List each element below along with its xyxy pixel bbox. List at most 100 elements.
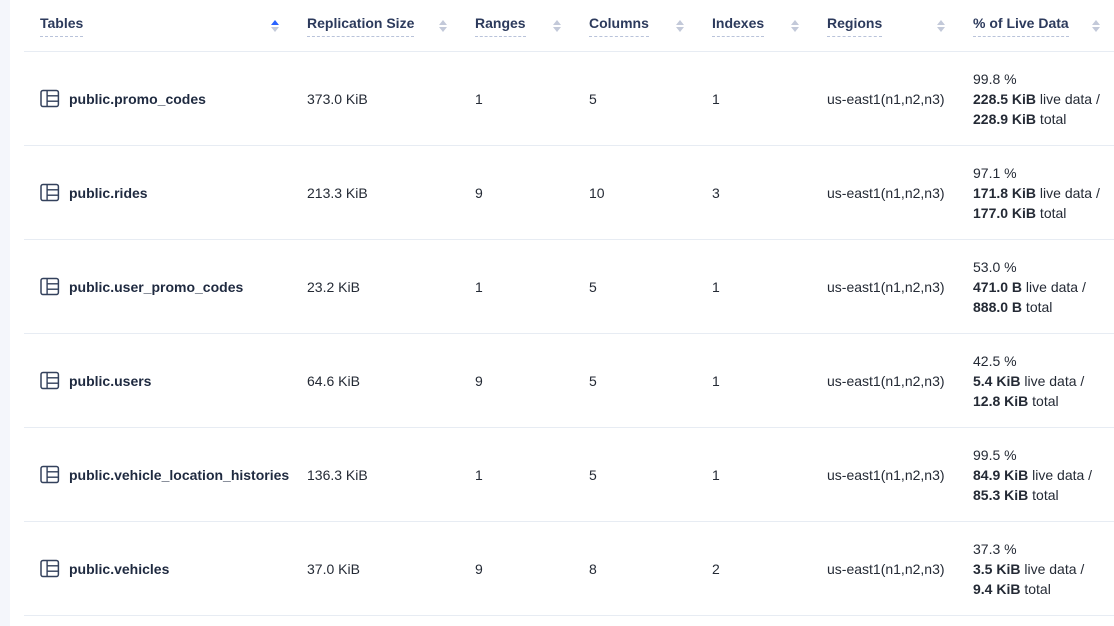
table-icon xyxy=(40,89,60,108)
live-size-line: 171.8 KiB live data / xyxy=(973,183,1100,203)
replication-size-cell: 136.3 KiB xyxy=(307,428,475,521)
total-size-line: 177.0 KiB total xyxy=(973,203,1066,223)
indexes-cell: 1 xyxy=(712,52,827,145)
live-size-line: 3.5 KiB live data / xyxy=(973,559,1084,579)
indexes-cell: 2 xyxy=(712,522,827,615)
replication-size-cell: 23.2 KiB xyxy=(307,240,475,333)
column-header-label[interactable]: Replication Size xyxy=(307,15,414,37)
live-data-cell: 99.8 % 228.5 KiB live data / 228.9 KiB t… xyxy=(973,52,1114,145)
sort-icon[interactable] xyxy=(937,19,945,32)
table-header-row: Tables Replication Size Ranges Columns I… xyxy=(24,0,1114,52)
columns-cell: 5 xyxy=(589,240,712,333)
indexes-cell: 1 xyxy=(712,240,827,333)
indexes-cell: 1 xyxy=(712,428,827,521)
live-percent: 99.5 % xyxy=(973,445,1017,465)
table-name-cell: public.user_promo_codes xyxy=(40,240,307,333)
column-header-label[interactable]: Columns xyxy=(589,15,649,37)
column-header-label[interactable]: Regions xyxy=(827,15,882,37)
replication-size-cell: 37.0 KiB xyxy=(307,522,475,615)
sort-icon[interactable] xyxy=(676,19,684,32)
column-header-regions[interactable]: Regions xyxy=(827,0,973,51)
regions-cell: us-east1(n1,n2,n3) xyxy=(827,146,973,239)
replication-size-cell: 213.3 KiB xyxy=(307,146,475,239)
sort-icon[interactable] xyxy=(271,19,279,32)
live-percent: 53.0 % xyxy=(973,257,1017,277)
live-data-cell: 99.5 % 84.9 KiB live data / 85.3 KiB tot… xyxy=(973,428,1114,521)
table-row[interactable]: public.user_promo_codes 23.2 KiB 1 5 1 u… xyxy=(24,240,1114,334)
live-percent: 99.8 % xyxy=(973,69,1017,89)
sort-icon[interactable] xyxy=(553,19,561,32)
live-percent: 97.1 % xyxy=(973,163,1017,183)
live-size-line: 84.9 KiB live data / xyxy=(973,465,1092,485)
column-header-label[interactable]: Ranges xyxy=(475,15,526,37)
table-icon xyxy=(40,371,60,390)
table-icon xyxy=(40,559,60,578)
table-name-cell: public.rides xyxy=(40,146,307,239)
table-icon xyxy=(40,183,60,202)
column-header-live-data[interactable]: % of Live Data xyxy=(973,0,1114,51)
table-name-link[interactable]: public.user_promo_codes xyxy=(69,277,243,297)
live-data-cell: 53.0 % 471.0 B live data / 888.0 B total xyxy=(973,240,1114,333)
table-row[interactable]: public.users 64.6 KiB 9 5 1 us-east1(n1,… xyxy=(24,334,1114,428)
column-header-label[interactable]: Indexes xyxy=(712,15,764,37)
regions-cell: us-east1(n1,n2,n3) xyxy=(827,428,973,521)
sort-icon[interactable] xyxy=(791,19,799,32)
live-data-cell: 97.1 % 171.8 KiB live data / 177.0 KiB t… xyxy=(973,146,1114,239)
total-size-line: 85.3 KiB total xyxy=(973,485,1059,505)
table-name-cell: public.promo_codes xyxy=(40,52,307,145)
ranges-cell: 1 xyxy=(475,428,589,521)
table-body: public.promo_codes 373.0 KiB 1 5 1 us-ea… xyxy=(24,52,1114,616)
column-header-label[interactable]: Tables xyxy=(40,15,83,37)
live-data-cell: 37.3 % 3.5 KiB live data / 9.4 KiB total xyxy=(973,522,1114,615)
indexes-cell: 3 xyxy=(712,146,827,239)
table-name-link[interactable]: public.promo_codes xyxy=(69,89,206,109)
columns-cell: 5 xyxy=(589,52,712,145)
table-name-cell: public.vehicles xyxy=(40,522,307,615)
table-name-cell: public.users xyxy=(40,334,307,427)
ranges-cell: 9 xyxy=(475,334,589,427)
total-size-line: 9.4 KiB total xyxy=(973,579,1051,599)
regions-cell: us-east1(n1,n2,n3) xyxy=(827,240,973,333)
column-header-columns[interactable]: Columns xyxy=(589,0,712,51)
table-name-link[interactable]: public.vehicle_location_histories xyxy=(69,465,289,485)
table-name-cell: public.vehicle_location_histories xyxy=(40,428,307,521)
sort-icon[interactable] xyxy=(1092,19,1100,32)
replication-size-cell: 373.0 KiB xyxy=(307,52,475,145)
table-name-link[interactable]: public.users xyxy=(69,371,151,391)
columns-cell: 5 xyxy=(589,334,712,427)
column-header-label[interactable]: % of Live Data xyxy=(973,15,1069,37)
database-tables-table: Tables Replication Size Ranges Columns I… xyxy=(24,0,1114,616)
live-data-cell: 42.5 % 5.4 KiB live data / 12.8 KiB tota… xyxy=(973,334,1114,427)
column-header-ranges[interactable]: Ranges xyxy=(475,0,589,51)
table-icon xyxy=(40,277,60,296)
regions-cell: us-east1(n1,n2,n3) xyxy=(827,334,973,427)
total-size-line: 888.0 B total xyxy=(973,297,1052,317)
ranges-cell: 9 xyxy=(475,146,589,239)
column-header-indexes[interactable]: Indexes xyxy=(712,0,827,51)
ranges-cell: 1 xyxy=(475,52,589,145)
sort-icon[interactable] xyxy=(439,19,447,32)
regions-cell: us-east1(n1,n2,n3) xyxy=(827,52,973,145)
live-percent: 37.3 % xyxy=(973,539,1017,559)
ranges-cell: 1 xyxy=(475,240,589,333)
table-name-link[interactable]: public.vehicles xyxy=(69,559,169,579)
total-size-line: 228.9 KiB total xyxy=(973,109,1066,129)
live-size-line: 5.4 KiB live data / xyxy=(973,371,1084,391)
total-size-line: 12.8 KiB total xyxy=(973,391,1059,411)
columns-cell: 8 xyxy=(589,522,712,615)
regions-cell: us-east1(n1,n2,n3) xyxy=(827,522,973,615)
table-row[interactable]: public.rides 213.3 KiB 9 10 3 us-east1(n… xyxy=(24,146,1114,240)
indexes-cell: 1 xyxy=(712,334,827,427)
ranges-cell: 9 xyxy=(475,522,589,615)
table-name-link[interactable]: public.rides xyxy=(69,183,148,203)
table-icon xyxy=(40,465,60,484)
live-percent: 42.5 % xyxy=(973,351,1017,371)
table-row[interactable]: public.vehicles 37.0 KiB 9 8 2 us-east1(… xyxy=(24,522,1114,616)
table-row[interactable]: public.vehicle_location_histories 136.3 … xyxy=(24,428,1114,522)
column-header-tables[interactable]: Tables xyxy=(40,0,307,51)
column-header-replication-size[interactable]: Replication Size xyxy=(307,0,475,51)
live-size-line: 228.5 KiB live data / xyxy=(973,89,1100,109)
replication-size-cell: 64.6 KiB xyxy=(307,334,475,427)
columns-cell: 5 xyxy=(589,428,712,521)
table-row[interactable]: public.promo_codes 373.0 KiB 1 5 1 us-ea… xyxy=(24,52,1114,146)
